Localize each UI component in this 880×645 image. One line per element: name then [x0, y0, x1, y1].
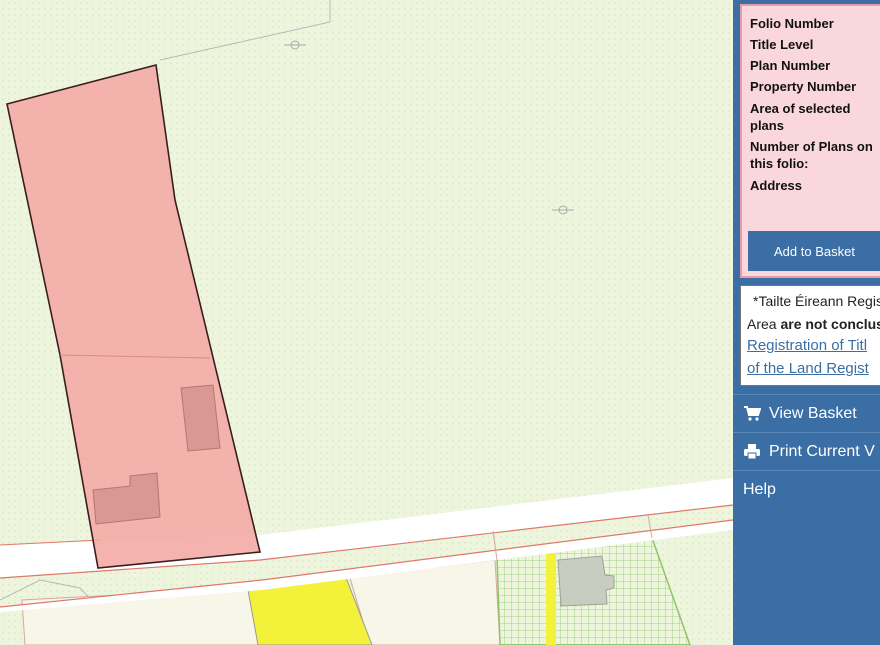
property-number-label: Property Number — [750, 79, 857, 94]
help-menu-item[interactable]: Help — [733, 470, 880, 508]
view-basket-label: View Basket — [769, 405, 857, 422]
disclaimer-text-2: Area are not conclus — [747, 316, 880, 332]
print-label: Print Current V — [769, 443, 875, 460]
yellow-strip — [546, 553, 556, 645]
disclaimer-text: *Tailte Éireann Regis — [753, 293, 880, 309]
folio-info-box: Folio Number Title Level Plan Number Pro… — [740, 4, 880, 278]
map-view[interactable] — [0, 0, 733, 645]
folio-number-label: Folio Number — [750, 16, 834, 31]
help-label: Help — [743, 481, 776, 498]
add-to-basket-button[interactable]: Add to Basket — [748, 231, 880, 271]
cart-icon — [744, 406, 761, 421]
disclaimer-box: *Tailte Éireann Regis Area are not concl… — [740, 285, 880, 386]
address-label: Address — [750, 178, 803, 193]
land-registry-link[interactable]: of the Land Regist — [747, 360, 869, 377]
printer-icon — [744, 444, 760, 460]
area-label: Area of selected plans — [750, 101, 851, 133]
title-level-label: Title Level — [750, 37, 814, 52]
building — [180, 384, 221, 452]
registration-link[interactable]: Registration of Titl — [747, 337, 867, 354]
plan-number-label: Plan Number — [750, 58, 831, 73]
view-basket-menu-item[interactable]: View Basket — [733, 394, 880, 432]
print-menu-item[interactable]: Print Current V — [733, 432, 880, 470]
plans-count-label: Number of Plans on this folio: — [750, 139, 873, 171]
